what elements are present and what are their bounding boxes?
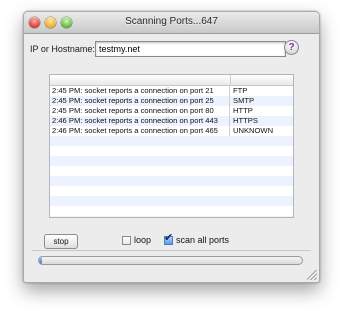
divider (32, 250, 311, 251)
loop-checkbox[interactable]: loop (122, 235, 151, 245)
resize-grip-icon[interactable] (307, 270, 317, 280)
row-message: 2:45 PM: socket reports a connection on … (50, 96, 230, 106)
table-row[interactable]: 2:45 PM: socket reports a connection on … (50, 106, 293, 116)
host-label: IP or Hostname: (30, 44, 95, 54)
row-message: 2:46 PM: socket reports a connection on … (50, 116, 230, 126)
table-row[interactable]: 2:45 PM: socket reports a connection on … (50, 86, 293, 96)
row-protocol: HTTP (233, 106, 253, 115)
row-protocol: FTP (233, 86, 248, 95)
loop-checkbox-box[interactable] (122, 235, 131, 245)
column-divider (230, 75, 231, 85)
help-icon: ? (288, 42, 295, 53)
table-row[interactable]: 2:45 PM: socket reports a connection on … (50, 96, 293, 106)
scan-progress-bar (38, 256, 303, 265)
row-message: 2:46 PM: socket reports a connection on … (50, 126, 230, 136)
scan-all-ports-checkbox[interactable]: ✔ scan all ports (164, 232, 230, 245)
host-input[interactable] (95, 41, 286, 57)
results-rows: 2:45 PM: socket reports a connection on … (50, 86, 293, 217)
table-row[interactable]: 2:46 PM: socket reports a connection on … (50, 126, 293, 136)
title-bar[interactable]: Scanning Ports...647 (24, 12, 319, 34)
scan-progress-fill (39, 257, 42, 264)
checkmark-icon: ✔ (164, 231, 174, 244)
row-message: 2:45 PM: socket reports a connection on … (50, 86, 230, 96)
results-table[interactable]: 2:45 PM: socket reports a connection on … (49, 74, 294, 218)
stop-button[interactable]: stop (44, 234, 78, 249)
row-protocol: UNKNOWN (233, 126, 274, 135)
help-button[interactable]: ? (284, 40, 299, 55)
table-header[interactable] (50, 75, 293, 86)
loop-label: loop (134, 235, 152, 245)
table-row[interactable]: 2:46 PM: socket reports a connection on … (50, 116, 293, 126)
row-protocol: SMTP (233, 96, 255, 105)
row-protocol: HTTPS (233, 116, 258, 125)
window-title: Scanning Ports...647 (125, 16, 218, 27)
scan-window: Scanning Ports...647 IP or Hostname: ? 2… (23, 11, 320, 283)
row-message: 2:45 PM: socket reports a connection on … (50, 106, 230, 116)
scan-all-ports-label: scan all ports (176, 235, 230, 245)
scan-all-ports-checkbox-box[interactable]: ✔ (164, 232, 173, 245)
